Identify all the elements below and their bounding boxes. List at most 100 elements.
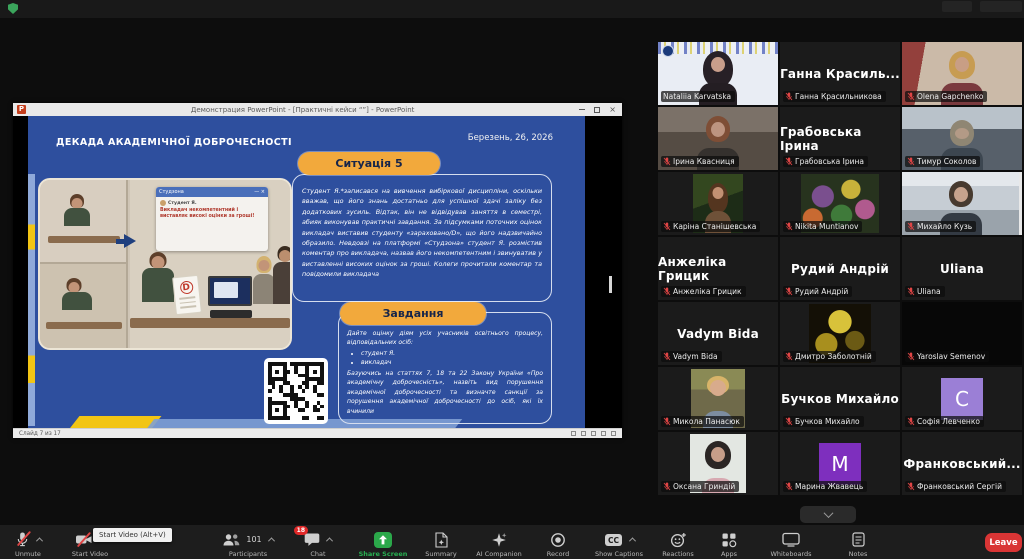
task-body: Базуючись на статтях 7, 18 та 22 Закону …	[347, 370, 543, 415]
situation-text: Студент Я.*записався на вивчення вибірко…	[292, 174, 552, 302]
mic-muted-icon	[785, 352, 793, 361]
illustration-panel-comment: Студзона — × Студент Я. Викладач некомпе…	[130, 180, 290, 348]
participant-tile[interactable]: Бучков МихайлоБучков Михайло	[780, 367, 900, 430]
toolbar-label: Notes	[849, 550, 868, 558]
participant-tile[interactable]: Рудий АндрійРудий Андрій	[780, 237, 900, 300]
participant-tile[interactable]: Оксана Гриндій	[658, 432, 778, 495]
slide-date: Березень, 26, 2026	[468, 133, 553, 143]
encryption-shield-icon[interactable]	[8, 3, 18, 14]
powerpoint-slideshow-area: ДЕКАДА АКАДЕМІЧНОЇ ДОБРОЧЕСНОСТІ Березен…	[13, 116, 622, 428]
chevron-up-icon[interactable]	[326, 537, 333, 544]
participant-name-label: Ганна Красильникова	[783, 91, 886, 102]
chat-author: Студент Я.	[168, 201, 197, 206]
participant-tile[interactable]: Каріна Станішевська	[658, 172, 778, 235]
participant-name-label: Yaroslav Semenov	[905, 351, 989, 362]
qr-code	[264, 358, 328, 424]
powerpoint-window-title: Демонстрация PowerPoint - [Практичні кей…	[26, 106, 579, 114]
participant-tile[interactable]: Ганна Красиль...Ганна Красильникова	[780, 42, 900, 105]
close-window-icon[interactable]: ×	[609, 107, 616, 113]
participant-silhouette	[711, 57, 725, 72]
illustration-angry-student	[140, 252, 176, 316]
task-badge: Завдання	[340, 302, 486, 325]
mic-muted-icon	[663, 287, 671, 296]
illustration-onlooker-man	[272, 246, 292, 318]
notes-icon	[852, 532, 865, 547]
toolbar-label: Apps	[721, 550, 737, 558]
illustration-chat-window: Студзона — × Студент Я. Викладач некомпе…	[156, 187, 268, 251]
chat-avatar	[160, 200, 166, 206]
mic-muted-icon	[785, 287, 793, 296]
task-bullet: викладач	[361, 358, 543, 367]
participant-letter-avatar: C	[941, 378, 983, 420]
participant-tile[interactable]: MМарина Жвавець	[780, 432, 900, 495]
statusbar-view-icons[interactable]	[571, 431, 616, 436]
start-video-tooltip: Start Video (Alt+V)	[93, 528, 172, 542]
toolbar-notes-button[interactable]: Notes	[813, 531, 903, 558]
participant-tile[interactable]: Nataliia Karvatska	[658, 42, 778, 105]
participant-tile[interactable]: UlianaUliana	[902, 237, 1022, 300]
mic-muted-icon	[663, 482, 671, 491]
meeting-top-bar	[0, 0, 1024, 18]
participant-letter-avatar: M	[819, 443, 861, 485]
participants-gallery: Nataliia Karvatska Ганна Красиль...Ганна …	[658, 42, 1022, 495]
video-muted-icon	[75, 532, 93, 547]
toolbar-label: Chat	[310, 550, 325, 558]
captions-icon: CC	[604, 533, 623, 547]
participant-tile[interactable]: Ірина Квасниця	[658, 107, 778, 170]
participant-silhouette	[955, 57, 969, 72]
minimize-window-icon[interactable]	[579, 109, 585, 111]
participant-tile[interactable]: CСофія Левченко	[902, 367, 1022, 430]
participant-name-label: Софія Левченко	[905, 416, 984, 427]
restore-window-icon[interactable]	[594, 107, 600, 113]
chat-icon	[304, 532, 320, 547]
participant-silhouette	[954, 187, 968, 202]
participant-name-label: Оксана Гриндій	[661, 481, 739, 492]
powerpoint-statusbar: Слайд 7 из 17	[13, 428, 622, 438]
participant-silhouette	[710, 380, 726, 396]
participant-tile[interactable]: Nikita Muntianov	[780, 172, 900, 235]
task-bullets: студент Я.викладач	[361, 349, 543, 368]
participant-tile[interactable]: Vadym BidaVadym Bida	[658, 302, 778, 365]
slide-counter: Слайд 7 из 17	[19, 430, 61, 437]
participant-tile[interactable]: Грабовська ІринаГрабовська Ірина	[780, 107, 900, 170]
participant-name-label: Nataliia Karvatska	[661, 91, 735, 102]
participant-tile[interactable]: Михайло Кузь	[902, 172, 1022, 235]
participant-tile[interactable]: Olena Gapchenko	[902, 42, 1022, 105]
gallery-collapse-button[interactable]	[800, 506, 856, 523]
illustration-grade-paper: D	[172, 275, 202, 316]
participant-tile[interactable]: Тимур Соколов	[902, 107, 1022, 170]
minimize-video-button[interactable]	[942, 1, 972, 12]
toolbar-label: Summary	[425, 550, 456, 558]
mic-muted-icon	[907, 92, 915, 101]
mic-muted-icon	[907, 417, 915, 426]
participant-name-label: Uliana	[905, 286, 945, 297]
powerpoint-titlebar: P Демонстрация PowerPoint - [Практичні к…	[13, 103, 622, 116]
participants-icon	[222, 532, 241, 548]
whiteboards-icon	[782, 532, 800, 547]
participant-tile[interactable]: Дмитро Заболотній	[780, 302, 900, 365]
powerpoint-scrollbar[interactable]	[609, 276, 612, 293]
record-icon	[550, 532, 566, 548]
leave-button[interactable]: Leave	[985, 533, 1022, 552]
participant-name-label: Тимур Соколов	[905, 156, 980, 167]
share-screen-icon	[374, 532, 392, 548]
participant-tile[interactable]: Микола Панасюк	[658, 367, 778, 430]
participant-tile[interactable]: Анжеліка ГрицикАнжеліка Грицик	[658, 237, 778, 300]
view-button[interactable]	[980, 1, 1022, 12]
chat-window-controls: — ×	[254, 187, 265, 197]
toolbar-label: Record	[547, 550, 569, 558]
participant-tile[interactable]: Франковський...Франковський Сергій	[902, 432, 1022, 495]
mic-muted-icon	[785, 157, 793, 166]
illustration-arrow-icon	[124, 234, 136, 248]
mic-muted-icon	[907, 157, 915, 166]
mic-muted-icon	[907, 287, 915, 296]
situation-badge: Ситуація 5	[298, 152, 440, 175]
chevron-down-icon	[823, 508, 833, 518]
mic-muted-icon	[663, 352, 671, 361]
slide-left-decoration	[28, 174, 35, 426]
chevron-up-icon[interactable]	[35, 537, 42, 544]
participant-silhouette	[955, 128, 969, 139]
task-intro: Дайте оцінку діям усіх учасників освітнь…	[347, 330, 543, 346]
participant-tile[interactable]: Yaroslav Semenov	[902, 302, 1022, 365]
toolbar-label: Unmute	[15, 550, 41, 558]
